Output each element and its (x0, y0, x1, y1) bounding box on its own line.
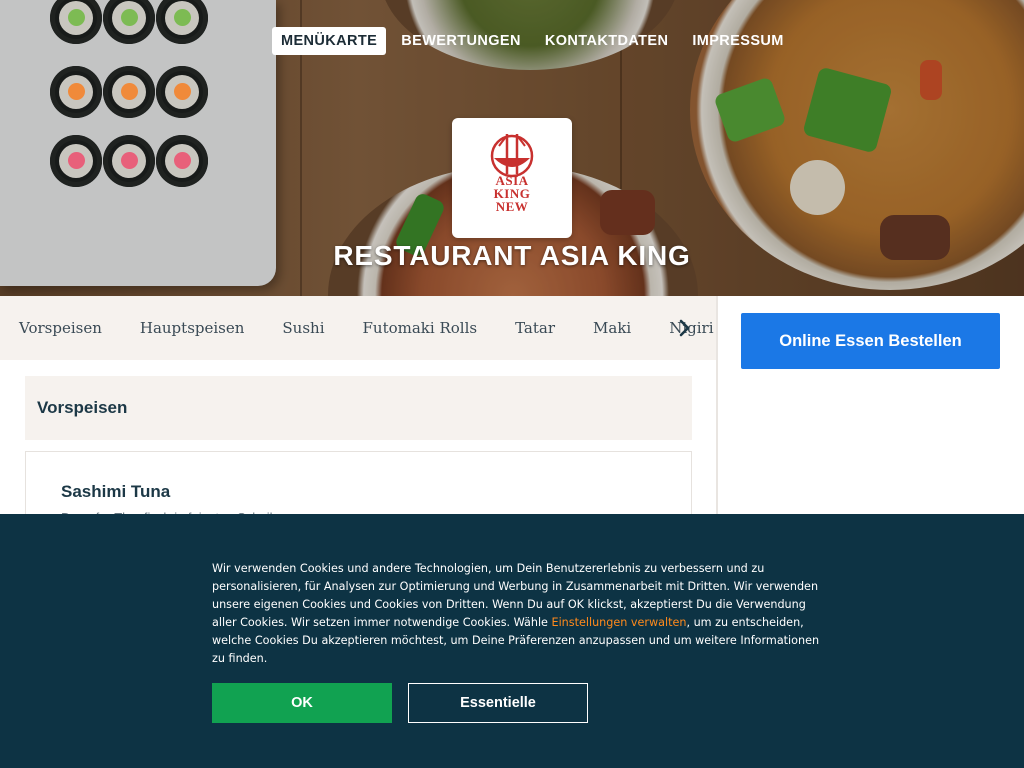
cookie-ok-button[interactable]: OK (212, 683, 392, 723)
cookie-banner: Wir verwenden Cookies und andere Technol… (0, 514, 1024, 768)
category-bar: Vorspeisen Hauptspeisen Sushi Futomaki R… (0, 296, 716, 360)
logo-wordmark: ASIA KING NEW (452, 174, 572, 213)
section-title: Vorspeisen (37, 398, 128, 417)
cookie-essential-button[interactable]: Essentielle (408, 683, 588, 723)
category-futomaki-rolls[interactable]: Futomaki Rolls (344, 319, 497, 337)
nav-link-bewertungen[interactable]: BEWERTUNGEN (392, 27, 530, 55)
manage-settings-link[interactable]: Einstellungen verwalten (552, 616, 687, 629)
menu-section-header: Vorspeisen (25, 376, 692, 440)
order-online-button[interactable]: Online Essen Bestellen (741, 313, 1000, 369)
nav-link-impressum[interactable]: IMPRESSUM (683, 27, 792, 55)
menu-item-name: Sashimi Tuna (61, 482, 171, 501)
category-tatar[interactable]: Tatar (496, 319, 574, 337)
category-maki[interactable]: Maki (574, 319, 650, 337)
top-navigation: MENÜKARTE BEWERTUNGEN KONTAKTDATEN IMPRE… (272, 26, 799, 56)
restaurant-title: RESTAURANT ASIA KING (333, 240, 691, 271)
nav-link-menuekarte[interactable]: MENÜKARTE (272, 27, 387, 55)
logo-line: NEW (495, 199, 529, 214)
category-vorspeisen[interactable]: Vorspeisen (0, 319, 121, 337)
category-list: Vorspeisen Hauptspeisen Sushi Futomaki R… (0, 296, 733, 360)
nav-link-kontaktdaten[interactable]: KONTAKTDATEN (536, 27, 677, 55)
category-hauptspeisen[interactable]: Hauptspeisen (121, 319, 264, 337)
chevron-right-icon[interactable] (672, 316, 696, 340)
cookie-message: Wir verwenden Cookies und andere Technol… (212, 560, 824, 668)
category-sushi[interactable]: Sushi (263, 319, 343, 337)
hero-banner: MENÜKARTE BEWERTUNGEN KONTAKTDATEN IMPRE… (0, 0, 1024, 296)
restaurant-logo: ASIA KING NEW (452, 118, 572, 238)
